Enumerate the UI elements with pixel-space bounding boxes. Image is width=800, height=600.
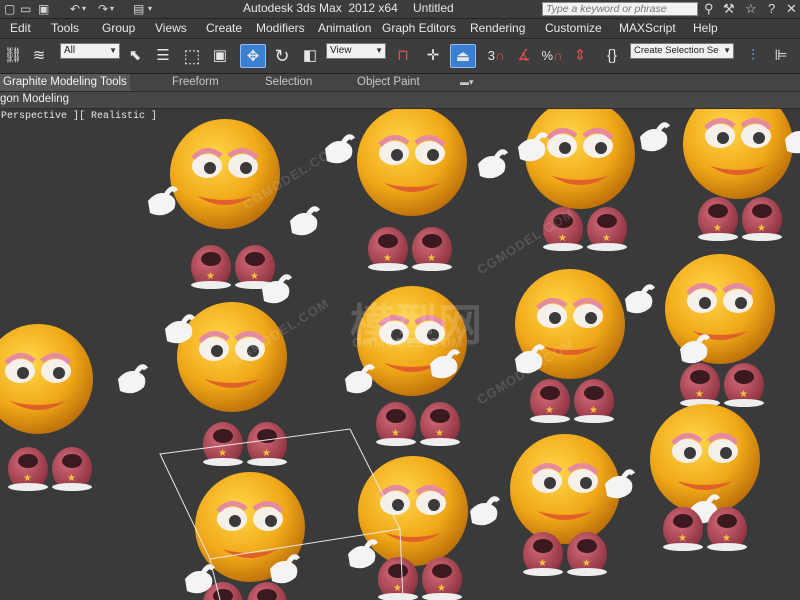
redo-icon[interactable]: ↷ [98,1,108,17]
menu-rendering[interactable]: Rendering [470,19,525,38]
chevron-down-icon: ▼ [723,46,731,55]
menu-maxscript[interactable]: MAXScript [619,19,676,38]
reference-coordinate-dropdown[interactable]: View ▼ [326,43,386,59]
select-by-name-icon[interactable]: ☰ [152,44,174,68]
menu-views[interactable]: Views [155,19,187,38]
tab-selection[interactable]: Selection [265,74,312,91]
new-file-icon[interactable]: ▢ [4,1,15,17]
menu-tools[interactable]: Tools [51,19,79,38]
menu-modifiers[interactable]: Modifiers [256,19,305,38]
watermark-logo-subtitle: CGMODEL.COM [352,335,464,350]
menu-customize[interactable]: Customize [545,19,602,38]
chevron-down-icon: ▼ [375,46,383,55]
select-move-icon[interactable]: ✥ [240,44,266,68]
menu-edit[interactable]: Edit [10,19,31,38]
tools-icon[interactable]: ⚒ [723,1,735,16]
redo-dropdown-icon[interactable]: ▾ [110,1,114,17]
document-title: Untitled [413,1,454,15]
undo-dropdown-icon[interactable]: ▾ [82,1,86,17]
viewport-label[interactable]: Perspective ][ Realistic ] [1,111,157,122]
project-dropdown-icon[interactable]: ▾ [148,1,152,17]
search-icon[interactable]: ⚲ [704,1,714,16]
tab-freeform[interactable]: Freeform [172,74,219,91]
menu-create[interactable]: Create [206,19,242,38]
spinner-snap-icon[interactable]: ⇕ [568,44,592,68]
tab-object-paint[interactable]: Object Paint [357,74,420,91]
close-icon[interactable]: ✕ [786,1,797,16]
chevron-down-icon: ▼ [109,46,117,55]
perspective-viewport[interactable]: ★ ★ [0,109,800,600]
ribbon-panel-bar: gon Modeling [0,92,800,108]
keyboard-shortcut-icon[interactable]: ⏏ [450,44,476,68]
help-icon[interactable]: ? [768,1,775,16]
select-object-icon[interactable]: ⬉ [124,44,146,68]
ribbon-tabs: Graphite Modeling Tools Freeform Selecti… [0,74,800,92]
title-bar: ▢ ▭ ▣ ↶ ▾ ↷ ▾ ▤ ▾ Autodesk 3ds Max 2012 … [0,0,800,19]
window-crossing-icon[interactable]: ▣ [208,44,232,68]
unlink-icon[interactable]: ≋ [28,44,50,68]
percent-snap-icon[interactable]: %∩ [540,44,564,68]
edit-named-sets-icon[interactable]: {} [600,44,624,68]
undo-icon[interactable]: ↶ [70,1,80,17]
percent-label: % [541,48,554,63]
rectangle-selection-icon[interactable]: ⬚ [180,44,204,68]
mirror-icon[interactable]: ⫶ [742,44,764,68]
named-selection-value: Create Selection Se [634,45,719,56]
snap-label: 3 [487,48,495,63]
ribbon-options-icon[interactable]: ▬▾ [460,74,474,91]
menu-help[interactable]: Help [693,19,718,38]
open-file-icon[interactable]: ▭ [20,1,31,17]
menu-bar: Edit Tools Group Views Create Modifiers … [0,19,800,39]
search-input[interactable] [542,2,698,16]
project-folder-icon[interactable]: ▤ [133,1,144,17]
polygon-modeling-panel[interactable]: gon Modeling [0,92,69,107]
selection-filter-dropdown[interactable]: All ▼ [60,43,120,59]
select-rotate-icon[interactable]: ↻ [270,44,294,68]
menu-graph-editors[interactable]: Graph Editors [382,19,456,38]
angle-snap-icon[interactable]: ∡ [512,44,536,68]
menu-animation[interactable]: Animation [318,19,371,38]
menu-group[interactable]: Group [102,19,135,38]
reference-coordinate-value: View [330,45,352,56]
scene-render: ★ ★ [0,109,800,600]
align-icon[interactable]: ⊫ [770,44,792,68]
pivot-icon[interactable]: ⊓ [392,44,414,68]
select-scale-icon[interactable]: ◧ [298,44,322,68]
named-selection-dropdown[interactable]: Create Selection Se ▼ [630,43,734,59]
manipulate-icon[interactable]: ✛ [422,44,444,68]
main-toolbar: ⛓ ≋ All ▼ ⬉ ☰ ⬚ ▣ ✥ ↻ ◧ View ▼ ⊓ ✛ ⏏ 3∩ ∡ … [0,39,800,74]
save-file-icon[interactable]: ▣ [38,1,49,17]
selection-filter-value: All [64,45,76,56]
app-title: Autodesk 3ds Max 2012 x64 [243,1,398,15]
tab-graphite-modeling-tools[interactable]: Graphite Modeling Tools [0,74,130,91]
snap-toggle-icon[interactable]: 3∩ [484,44,508,68]
link-icon[interactable]: ⛓ [2,44,24,68]
star-icon[interactable]: ☆ [745,1,757,16]
